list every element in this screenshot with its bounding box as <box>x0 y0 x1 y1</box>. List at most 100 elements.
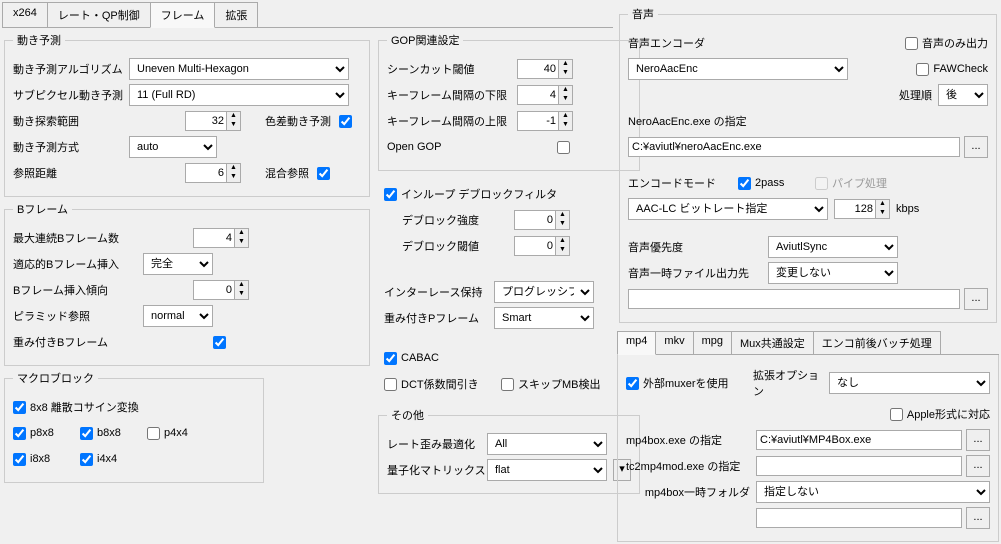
i8x8-check[interactable] <box>13 453 26 466</box>
opengop-check[interactable] <box>557 141 570 154</box>
mp4box-browse-button[interactable]: ... <box>966 429 990 451</box>
skip-check[interactable] <box>501 378 514 391</box>
mtmp-select[interactable]: 指定しない <box>756 481 990 503</box>
keymin-spin[interactable]: ▲▼ <box>517 85 573 105</box>
mtmp-input[interactable] <box>756 508 962 528</box>
dstrength-spin[interactable]: ▲▼ <box>514 210 570 230</box>
mux-tab-batch[interactable]: エンコ前後バッチ処理 <box>813 331 941 354</box>
gop-group: GOP関連設定 シーンカット閾値 ▲▼ キーフレーム間隔の下限 ▲▼ キーフレー… <box>378 32 640 171</box>
apriority-label: 音声優先度 <box>628 239 768 255</box>
faw-label: FAWCheck <box>933 63 988 75</box>
audio-group: 音声 音声エンコーダ 音声のみ出力 NeroAacEnc FAWCheck 処理… <box>619 6 997 323</box>
scenecut-spin[interactable]: ▲▼ <box>517 59 573 79</box>
interlace-label: インターレース保持 <box>384 284 494 300</box>
atmp-select[interactable]: 変更しない <box>768 262 898 284</box>
tab-ext[interactable]: 拡張 <box>214 2 258 27</box>
keymax-spin[interactable]: ▲▼ <box>517 111 573 131</box>
bitrate-spin[interactable]: ▲▼ <box>834 199 890 219</box>
faw-check[interactable] <box>916 63 929 76</box>
encmode-select[interactable]: AAC-LC ビットレート指定 <box>628 198 828 220</box>
mux-tab-mp4[interactable]: mp4 <box>617 331 656 355</box>
range-spin[interactable]: ▲▼ <box>185 111 241 131</box>
pipe-label: パイプ処理 <box>832 175 887 191</box>
mopt-select[interactable]: なし <box>829 372 990 394</box>
other-group: その他 レート歪み最適化 All 量子化マトリックス flat ▾ <box>378 407 640 494</box>
chroma-check[interactable] <box>339 115 352 128</box>
bmax-spin[interactable]: ▲▼ <box>193 228 249 248</box>
weightp-select[interactable]: Smart <box>494 307 594 329</box>
cabac-check[interactable] <box>384 352 397 365</box>
aenc-label: 音声エンコーダ <box>628 35 728 51</box>
keymax-label: キーフレーム間隔の上限 <box>387 113 517 129</box>
mux-tab-mpg[interactable]: mpg <box>693 331 732 354</box>
kbps-label: kbps <box>896 203 919 215</box>
ref-spin[interactable]: ▲▼ <box>185 163 241 183</box>
interlace-select[interactable]: プログレッシブ <box>494 281 594 303</box>
bframe-group: Bフレーム 最大連続Bフレーム数 ▲▼ 適応的Bフレーム挿入 完全 Bフレーム挿… <box>4 201 370 366</box>
motion-legend: 動き予測 <box>13 32 65 48</box>
method-label: 動き予測方式 <box>13 139 129 155</box>
me-algo-select[interactable]: Uneven Multi-Hexagon <box>129 58 349 80</box>
p4x4-check[interactable] <box>147 427 160 440</box>
i4x4-check[interactable] <box>80 453 93 466</box>
bbias-spin[interactable]: ▲▼ <box>193 280 249 300</box>
weightb-check[interactable] <box>213 336 226 349</box>
b8x8-check[interactable] <box>80 427 93 440</box>
atmp-browse-button[interactable]: ... <box>964 288 988 310</box>
apriority-select[interactable]: AviutlSync <box>768 236 898 258</box>
pyramid-label: ピラミッド参照 <box>13 308 143 324</box>
i8x8-label: i8x8 <box>30 453 80 465</box>
trellis-select[interactable]: All <box>487 433 607 455</box>
audio-legend: 音声 <box>628 6 658 22</box>
motion-group: 動き予測 動き予測アルゴリズム Uneven Multi-Hexagon サブピ… <box>4 32 370 197</box>
badapt-select[interactable]: 完全 <box>143 253 213 275</box>
dct-check[interactable] <box>384 378 397 391</box>
dthresh-spin[interactable]: ▲▼ <box>514 236 570 256</box>
mux-tab-mkv[interactable]: mkv <box>655 331 693 354</box>
skip-label: スキップMB検出 <box>518 376 601 392</box>
b8x8-label: b8x8 <box>97 427 147 439</box>
i4x4-label: i4x4 <box>97 453 117 465</box>
cabac-label: CABAC <box>401 352 439 364</box>
mp4box-input[interactable] <box>756 430 962 450</box>
order-label: 処理順 <box>899 87 932 103</box>
aenc-select[interactable]: NeroAacEnc <box>628 58 848 80</box>
atmp-input[interactable] <box>628 289 960 309</box>
mux-tab-common[interactable]: Mux共通設定 <box>731 331 814 354</box>
apple-label: Apple形式に対応 <box>907 406 990 422</box>
aexe-input[interactable] <box>628 137 960 157</box>
bbias-label: Bフレーム挿入傾向 <box>13 282 143 298</box>
tc2mp4-browse-button[interactable]: ... <box>966 455 990 477</box>
dct-label: DCT係数間引き <box>401 376 501 392</box>
mixed-check[interactable] <box>317 167 330 180</box>
extmux-check[interactable] <box>626 377 639 390</box>
audio-only-label: 音声のみ出力 <box>922 35 988 51</box>
p8x8-check[interactable] <box>13 427 26 440</box>
inloop-label: インループ デブロックフィルタ <box>401 186 557 202</box>
keymin-label: キーフレーム間隔の下限 <box>387 87 517 103</box>
aexe-label: NeroAacEnc.exe の指定 <box>628 113 747 129</box>
tab-rate-qp[interactable]: レート・QP制御 <box>47 2 151 27</box>
range-label: 動き探索範囲 <box>13 113 129 129</box>
audio-only-check[interactable] <box>905 37 918 50</box>
tc2mp4-input[interactable] <box>756 456 962 476</box>
pyramid-select[interactable]: normal <box>143 305 213 327</box>
subpixel-select[interactable]: 11 (Full RD) <box>129 84 349 106</box>
me-algo-label: 動き予測アルゴリズム <box>13 61 129 77</box>
inloop-check[interactable] <box>384 188 397 201</box>
dct8-check[interactable] <box>13 401 26 414</box>
encmode-label: エンコードモード <box>628 175 738 191</box>
aexe-browse-button[interactable]: ... <box>964 136 988 158</box>
tab-x264[interactable]: x264 <box>2 2 48 27</box>
scenecut-label: シーンカット閾値 <box>387 61 517 77</box>
dstrength-label: デブロック強度 <box>384 212 514 228</box>
mtmp-browse-button[interactable]: ... <box>966 507 990 529</box>
twopass-check[interactable] <box>738 177 751 190</box>
order-select[interactable]: 後 <box>938 84 988 106</box>
other-legend: その他 <box>387 407 428 423</box>
apple-check[interactable] <box>890 408 903 421</box>
cqm-select[interactable]: flat <box>487 459 607 481</box>
chroma-label: 色差動き予測 <box>265 113 331 129</box>
method-select[interactable]: auto <box>129 136 217 158</box>
tab-frame[interactable]: フレーム <box>150 2 216 28</box>
